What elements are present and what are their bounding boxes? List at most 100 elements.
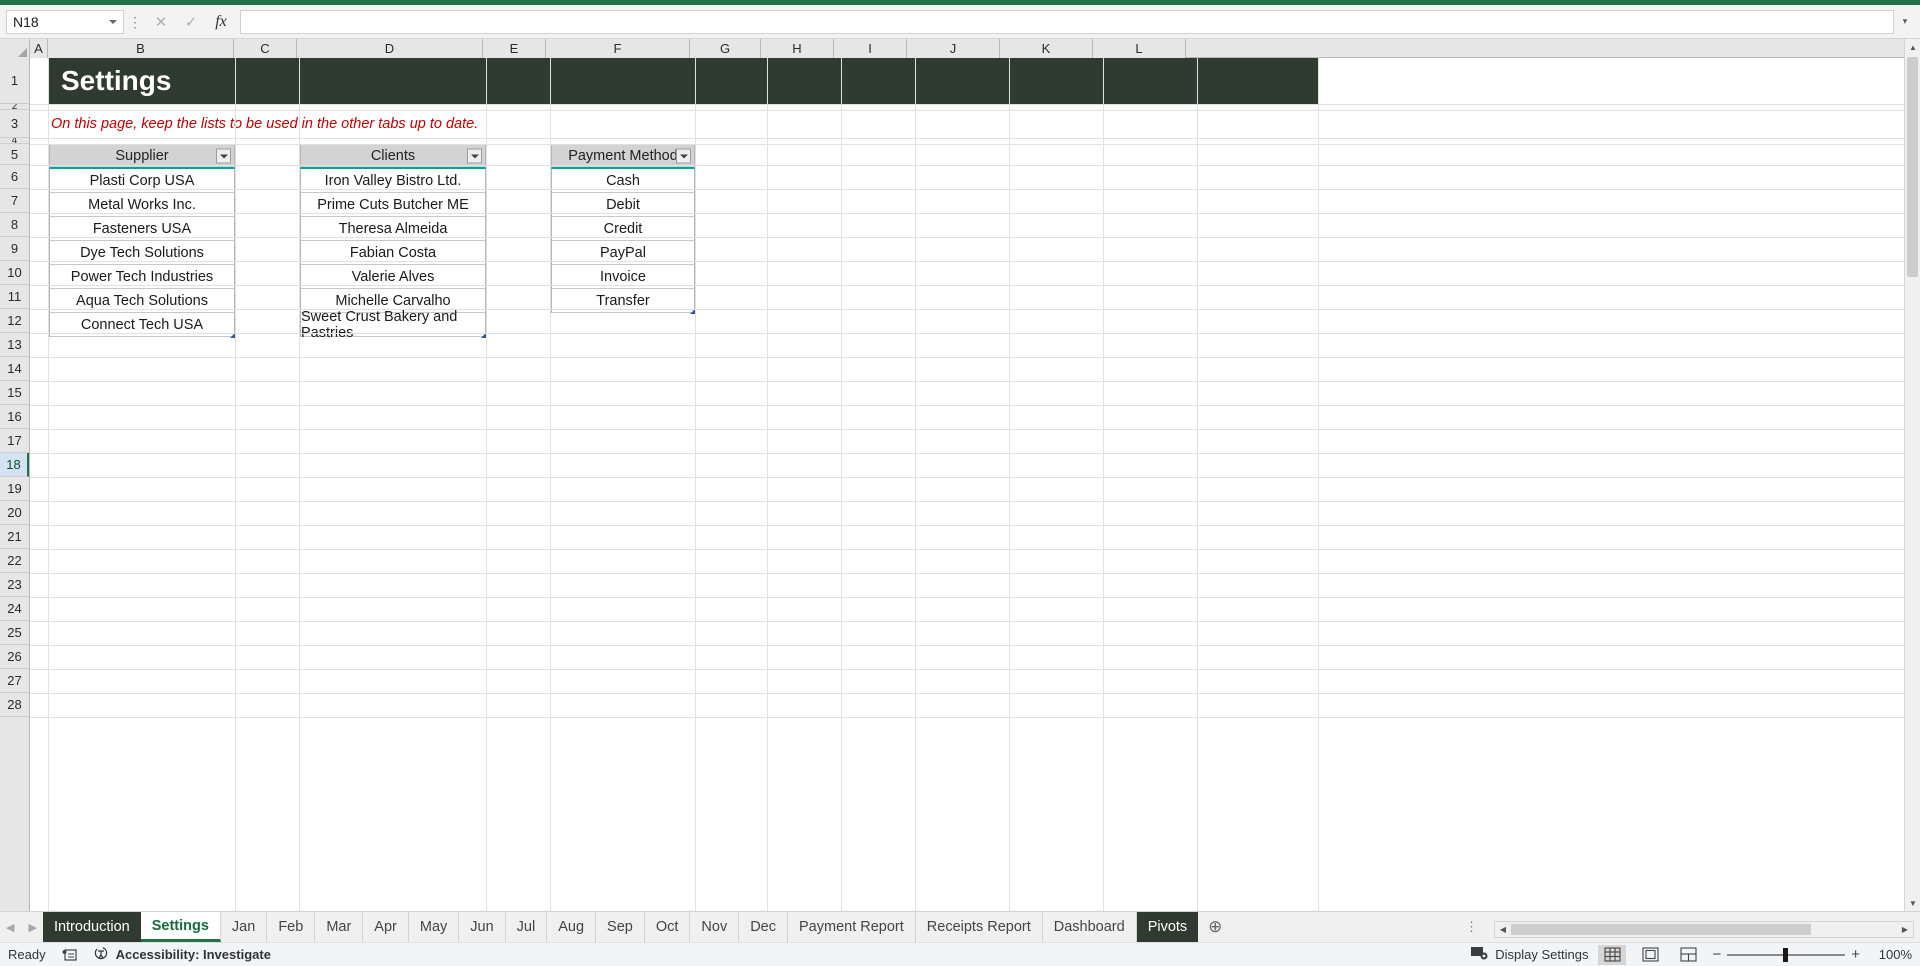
sheet-tab-mar[interactable]: Mar <box>315 912 364 942</box>
sheet-tab-feb[interactable]: Feb <box>267 912 316 942</box>
table-cell-value: Fabian Costa <box>349 244 437 261</box>
column-header-E[interactable]: E <box>483 39 546 58</box>
gridline-horizontal <box>30 104 1920 105</box>
filter-dropdown-icon[interactable] <box>467 148 482 164</box>
row-header-9[interactable]: 9 <box>0 237 29 261</box>
sheet-tab-payment-report[interactable]: Payment Report <box>788 912 916 942</box>
filter-dropdown-icon[interactable] <box>676 148 691 164</box>
row-header-26[interactable]: 26 <box>0 645 29 669</box>
sheet-tab-jan[interactable]: Jan <box>220 912 268 942</box>
list-table: Payment Method Cash Debit Credit PayPal Invoi… <box>551 144 696 314</box>
chevron-right-icon[interactable]: ▶ <box>28 921 36 934</box>
horizontal-scroll-thumb[interactable] <box>1511 924 1811 935</box>
chevron-left-icon[interactable]: ◀ <box>6 921 14 934</box>
row-header-14[interactable]: 14 <box>0 357 29 381</box>
select-all-corner[interactable] <box>0 39 30 58</box>
sheet-tab-introduction[interactable]: Introduction <box>42 912 141 942</box>
sheet-tab-dec[interactable]: Dec <box>739 912 788 942</box>
row-header-7[interactable]: 7 <box>0 189 29 213</box>
column-header-A[interactable]: A <box>30 39 48 58</box>
filter-dropdown-icon[interactable] <box>216 148 231 164</box>
hscroll-right-icon[interactable]: ▶ <box>1897 922 1913 937</box>
row-header-28[interactable]: 28 <box>0 693 29 717</box>
zoom-level[interactable]: 100% <box>1870 947 1912 962</box>
hscroll-track[interactable] <box>1511 922 1897 937</box>
cancel-icon[interactable]: ✕ <box>146 9 176 35</box>
name-box[interactable]: N18 <box>6 9 124 34</box>
row-header-22[interactable]: 22 <box>0 549 29 573</box>
hscroll-left-icon[interactable]: ◀ <box>1495 922 1511 937</box>
column-header-J[interactable]: J <box>907 39 1000 58</box>
accessibility-status[interactable]: Accessibility: Investigate <box>94 946 271 964</box>
row-header-11[interactable]: 11 <box>0 285 29 309</box>
vertical-scroll-thumb[interactable] <box>1907 57 1918 277</box>
row-header-17[interactable]: 17 <box>0 429 29 453</box>
zoom-in-button[interactable]: + <box>1851 946 1860 963</box>
sheet-tab-receipts-report[interactable]: Receipts Report <box>915 912 1043 942</box>
record-macro-icon[interactable] <box>62 948 78 962</box>
zoom-thumb[interactable] <box>1783 947 1789 962</box>
formula-input[interactable] <box>240 9 1894 34</box>
row-header-20[interactable]: 20 <box>0 501 29 525</box>
row-header-25[interactable]: 25 <box>0 621 29 645</box>
sheet-tab-oct[interactable]: Oct <box>644 912 691 942</box>
accessibility-icon <box>94 946 110 964</box>
row-header-24[interactable]: 24 <box>0 597 29 621</box>
column-header-G[interactable]: G <box>690 39 761 58</box>
row-header-8[interactable]: 8 <box>0 213 29 237</box>
chevron-down-icon[interactable] <box>109 19 117 24</box>
column-header-F[interactable]: F <box>546 39 690 58</box>
sheet-tab-dashboard[interactable]: Dashboard <box>1042 912 1137 942</box>
insert-function-icon[interactable]: fx <box>206 9 236 35</box>
vertical-scrollbar[interactable]: ▲ ▼ <box>1904 39 1920 911</box>
scroll-down-icon[interactable]: ▼ <box>1905 895 1920 911</box>
confirm-icon[interactable]: ✓ <box>176 9 206 35</box>
page-layout-view-icon[interactable] <box>1636 945 1664 965</box>
row-header-16[interactable]: 16 <box>0 405 29 429</box>
row-header-3[interactable]: 3 <box>0 110 29 138</box>
status-right: Display Settings − + 100% <box>1471 944 1912 965</box>
row-header-12[interactable]: 12 <box>0 309 29 333</box>
row-header-21[interactable]: 21 <box>0 525 29 549</box>
sheet-canvas[interactable]: Settings On this page, keep the lists to… <box>30 58 1920 911</box>
horizontal-scrollbar[interactable]: ◀ ▶ <box>1494 921 1914 938</box>
zoom-out-button[interactable]: − <box>1712 946 1721 963</box>
sheet-tab-aug[interactable]: Aug <box>547 912 597 942</box>
display-settings-button[interactable]: Display Settings <box>1471 946 1588 963</box>
column-header-B[interactable]: B <box>48 39 234 58</box>
row-header-5[interactable]: 5 <box>0 144 29 165</box>
zoom-slider[interactable]: − + <box>1712 946 1860 963</box>
row-header-6[interactable]: 6 <box>0 165 29 189</box>
row-header-15[interactable]: 15 <box>0 381 29 405</box>
sheet-tab-nov[interactable]: Nov <box>690 912 740 942</box>
sheet-tab-jul[interactable]: Jul <box>505 912 548 942</box>
zoom-track[interactable] <box>1727 947 1846 962</box>
gridline-horizontal <box>30 357 1920 358</box>
column-header-H[interactable]: H <box>761 39 834 58</box>
row-header-1[interactable]: 1 <box>0 58 29 104</box>
expand-formula-bar-icon[interactable]: ▾ <box>1896 10 1914 34</box>
column-header-I[interactable]: I <box>834 39 907 58</box>
page-break-view-icon[interactable] <box>1674 945 1702 965</box>
column-header-D[interactable]: D <box>297 39 483 58</box>
sheet-tab-pivots[interactable]: Pivots <box>1136 912 1199 942</box>
row-header-27[interactable]: 27 <box>0 669 29 693</box>
sheet-tab-may[interactable]: May <box>408 912 460 942</box>
row-header-13[interactable]: 13 <box>0 333 29 357</box>
row-header-10[interactable]: 10 <box>0 261 29 285</box>
column-header-K[interactable]: K <box>1000 39 1093 58</box>
display-settings-label: Display Settings <box>1495 947 1589 962</box>
column-header-C[interactable]: C <box>234 39 297 58</box>
row-header-23[interactable]: 23 <box>0 573 29 597</box>
scroll-up-icon[interactable]: ▲ <box>1905 39 1920 55</box>
sheet-tab-jun[interactable]: Jun <box>459 912 506 942</box>
row-header-18[interactable]: 18 <box>0 453 29 477</box>
sheet-tab-sep[interactable]: Sep <box>596 912 645 942</box>
sheet-tab-settings[interactable]: Settings <box>140 912 221 942</box>
more-tabs-icon[interactable]: ⋮ <box>1451 919 1494 935</box>
row-header-19[interactable]: 19 <box>0 477 29 501</box>
normal-view-icon[interactable] <box>1598 944 1627 965</box>
sheet-tab-apr[interactable]: Apr <box>363 912 409 942</box>
add-sheet-icon[interactable]: ⊕ <box>1198 912 1232 942</box>
column-header-L[interactable]: L <box>1093 39 1186 58</box>
